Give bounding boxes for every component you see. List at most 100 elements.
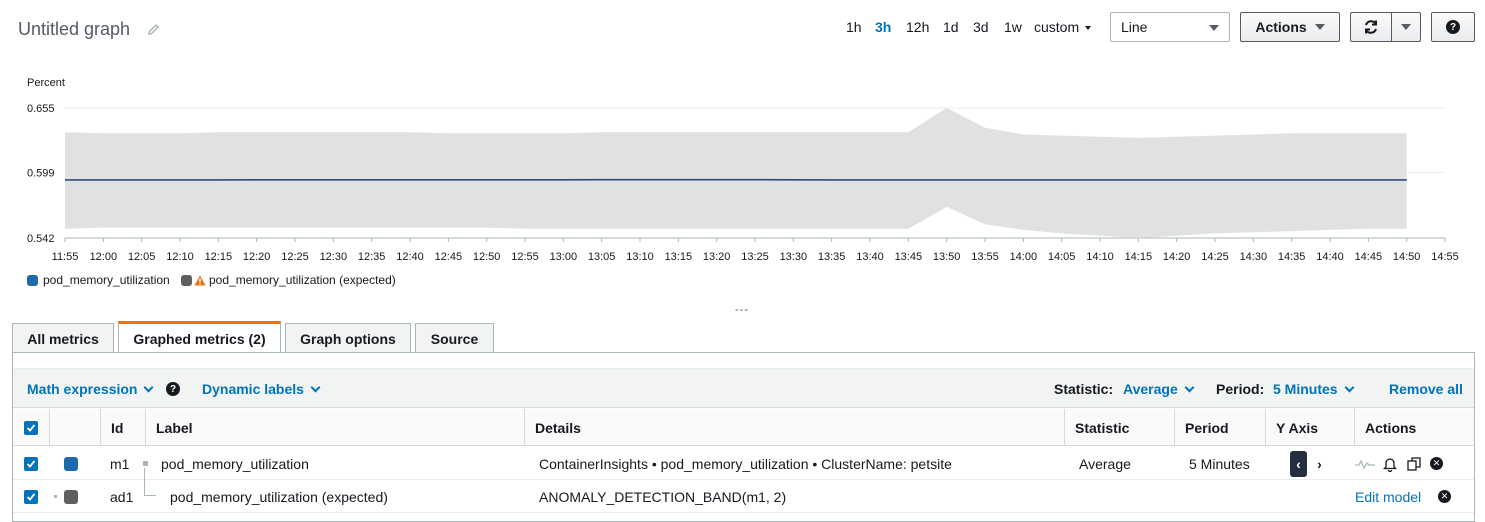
- edit-model-link[interactable]: Edit model: [1355, 480, 1421, 513]
- refresh-options-button[interactable]: [1391, 12, 1421, 42]
- x-tick-label: 12:10: [166, 251, 194, 263]
- x-tick-label: 12:05: [128, 251, 156, 263]
- tree-branch-line: [144, 468, 156, 496]
- row-checkbox[interactable]: [24, 447, 38, 480]
- dynamic-labels-label: Dynamic labels: [202, 381, 304, 397]
- row-label[interactable]: pod_memory_utilization: [161, 447, 309, 480]
- dynamic-labels-dropdown[interactable]: Dynamic labels: [202, 381, 319, 397]
- row-actions: ✕: [1438, 480, 1451, 513]
- x-tick-label: 13:50: [933, 251, 961, 263]
- range-1h[interactable]: 1h: [846, 19, 862, 35]
- remove-all-link[interactable]: Remove all: [1389, 381, 1463, 397]
- column-header-period[interactable]: Period: [1174, 409, 1265, 446]
- caret-down-icon: [1401, 24, 1411, 30]
- checkbox-checked-icon[interactable]: [24, 457, 38, 471]
- remove-icon[interactable]: ✕: [1430, 457, 1443, 470]
- x-tick-label: 14:10: [1086, 251, 1114, 263]
- chevron-down-icon: [1184, 383, 1194, 393]
- y-tick-label: 0.599: [27, 167, 55, 179]
- chevron-down-icon: [310, 383, 320, 393]
- warning-icon: [194, 275, 206, 286]
- help-button[interactable]: ?: [1431, 12, 1475, 42]
- x-tick-label: 12:00: [90, 251, 118, 263]
- legend-item-pod-memory-utilization-expected[interactable]: pod_memory_utilization (expected): [181, 273, 396, 287]
- math-expression-dropdown[interactable]: Math expression: [27, 381, 152, 397]
- chart-type-value: Line: [1121, 19, 1147, 35]
- y-axis-right-icon[interactable]: ›: [1311, 451, 1328, 477]
- bell-icon[interactable]: [1382, 456, 1398, 472]
- x-tick-label: 13:15: [665, 251, 693, 263]
- row-actions: ✕: [1354, 447, 1443, 480]
- x-tick-label: 14:50: [1393, 251, 1421, 263]
- range-3d[interactable]: 3d: [973, 19, 989, 35]
- statistic-value: Average: [1123, 381, 1178, 397]
- range-1w[interactable]: 1w: [1004, 19, 1022, 35]
- column-header-y-axis[interactable]: Y Axis: [1265, 409, 1354, 446]
- x-tick-label: 13:00: [550, 251, 578, 263]
- refresh-button[interactable]: [1350, 12, 1392, 42]
- x-tick-label: 11:55: [52, 251, 79, 263]
- column-header-label[interactable]: Label: [145, 409, 525, 446]
- checkbox-checked-icon[interactable]: [24, 490, 38, 504]
- range-1d[interactable]: 1d: [943, 19, 959, 35]
- legend-item-pod-memory-utilization[interactable]: pod_memory_utilization: [27, 273, 170, 287]
- range-custom[interactable]: custom: [1034, 19, 1091, 35]
- y-axis-left-icon[interactable]: ‹: [1290, 451, 1307, 477]
- actions-button[interactable]: Actions: [1240, 12, 1340, 42]
- edit-title-pencil-icon[interactable]: [146, 22, 162, 38]
- x-tick-label: 12:40: [396, 251, 424, 263]
- x-tick-label: 14:35: [1278, 251, 1306, 263]
- row-details[interactable]: ANOMALY_DETECTION_BAND(m1, 2): [539, 480, 786, 513]
- caret-down-icon: [1315, 24, 1325, 30]
- row-period[interactable]: 5 Minutes: [1189, 447, 1250, 480]
- x-tick-label: 13:35: [818, 251, 846, 263]
- color-swatch: [64, 457, 78, 471]
- select-all-checkbox-cell[interactable]: [13, 409, 49, 446]
- help-icon[interactable]: ?: [166, 382, 180, 396]
- tab-graph-options[interactable]: Graph options: [285, 323, 411, 353]
- checkbox-checked-icon[interactable]: [24, 421, 38, 435]
- anomaly-detection-icon[interactable]: [1354, 457, 1376, 471]
- series-color-swatch[interactable]: [64, 480, 78, 513]
- range-custom-label: custom: [1034, 19, 1079, 35]
- y-axis-toggle[interactable]: ‹ ›: [1290, 447, 1328, 480]
- period-label: Period:: [1216, 381, 1264, 397]
- tab-all-metrics[interactable]: All metrics: [12, 323, 114, 353]
- legend-swatch: [181, 275, 192, 286]
- tab-graphed-metrics[interactable]: Graphed metrics (2): [118, 321, 281, 354]
- help-icon: ?: [1446, 20, 1460, 34]
- statistic-dropdown[interactable]: Average: [1123, 381, 1193, 397]
- x-tick-label: 12:30: [320, 251, 348, 263]
- chart-type-select[interactable]: Line: [1110, 12, 1230, 42]
- row-id[interactable]: ad1: [110, 480, 133, 513]
- column-header-statistic[interactable]: Statistic: [1064, 409, 1174, 446]
- column-header-details[interactable]: Details: [524, 409, 1064, 446]
- x-tick-label: 14:25: [1201, 251, 1229, 263]
- x-tick-label: 12:50: [473, 251, 501, 263]
- range-12h[interactable]: 12h: [906, 19, 929, 35]
- range-3h[interactable]: 3h: [875, 19, 891, 35]
- anomaly-band: [65, 108, 1407, 238]
- row-checkbox[interactable]: [24, 480, 38, 513]
- row-label[interactable]: pod_memory_utilization (expected): [170, 480, 388, 513]
- row-id[interactable]: m1: [110, 447, 129, 480]
- x-tick-label: 14:00: [1010, 251, 1038, 263]
- copy-icon[interactable]: [1406, 456, 1422, 472]
- row-statistic[interactable]: Average: [1079, 447, 1131, 480]
- remove-icon[interactable]: ✕: [1438, 490, 1451, 503]
- legend-label: pod_memory_utilization (expected): [209, 273, 396, 287]
- legend-label: pod_memory_utilization: [43, 273, 170, 287]
- period-dropdown[interactable]: 5 Minutes: [1273, 381, 1353, 397]
- tab-source[interactable]: Source: [415, 323, 494, 353]
- caret-down-icon: [1085, 26, 1091, 30]
- chevron-down-icon: [144, 383, 154, 393]
- statistic-label: Statistic:: [1054, 381, 1113, 397]
- row-details[interactable]: ContainerInsights • pod_memory_utilizati…: [539, 447, 952, 480]
- resize-handle[interactable]: ---: [735, 304, 749, 316]
- x-tick-label: 14:40: [1316, 251, 1344, 263]
- series-color-swatch[interactable]: [64, 447, 78, 480]
- chevron-down-icon: [1344, 383, 1354, 393]
- column-header-id[interactable]: Id: [100, 409, 145, 446]
- tree-node-dot: [54, 495, 57, 498]
- x-tick-label: 14:20: [1163, 251, 1191, 263]
